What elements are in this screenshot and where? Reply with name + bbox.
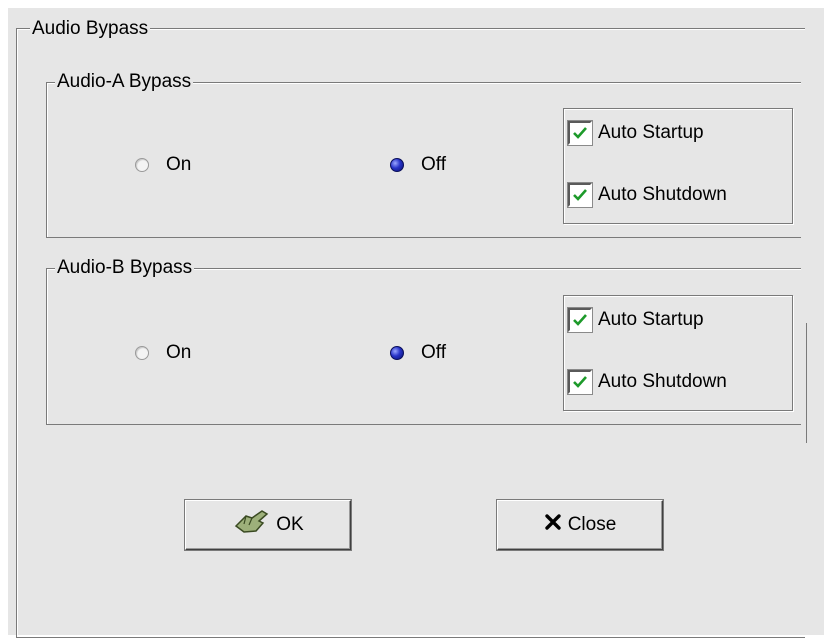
ok-label: OK: [276, 514, 304, 535]
radio-unselected-icon[interactable]: [135, 158, 149, 172]
dialog-title: Audio Bypass: [30, 18, 151, 40]
audio-a-bypass-label: Audio-A Bypass: [55, 71, 194, 93]
ok-button[interactable]: OK: [185, 500, 351, 550]
audio-b-auto-shutdown-checkbox[interactable]: Auto Shutdown: [567, 369, 727, 395]
radio-label: Off: [421, 154, 446, 175]
auto-shutdown-label: Auto Shutdown: [598, 184, 727, 205]
audio-a-auto-startup-checkbox[interactable]: Auto Startup: [567, 120, 704, 146]
close-label: Close: [567, 514, 617, 535]
checkbox-checked-icon[interactable]: [567, 307, 593, 333]
close-button[interactable]: Close: [497, 500, 663, 550]
radio-selected-icon[interactable]: [390, 346, 404, 360]
audio-b-options-box: Auto Startup Auto Shutdown: [563, 295, 793, 411]
radio-label: On: [166, 342, 192, 363]
audio-b-bypass-label: Audio-B Bypass: [55, 257, 195, 279]
audio-b-off-radio[interactable]: Off: [390, 342, 446, 364]
hand-ok-icon: [232, 508, 270, 542]
audio-a-auto-shutdown-checkbox[interactable]: Auto Shutdown: [567, 182, 727, 208]
auto-startup-label: Auto Startup: [598, 122, 704, 143]
checkbox-checked-icon[interactable]: [567, 369, 593, 395]
checkbox-checked-icon[interactable]: [567, 120, 593, 146]
audio-a-options-box: Auto Startup Auto Shutdown: [563, 108, 793, 224]
radio-label: Off: [421, 342, 446, 363]
divider: [806, 323, 807, 443]
x-close-icon: [544, 513, 562, 537]
audio-a-on-radio[interactable]: On: [135, 154, 191, 176]
audio-a-off-radio[interactable]: Off: [390, 154, 446, 176]
audio-b-auto-startup-checkbox[interactable]: Auto Startup: [567, 307, 704, 333]
auto-startup-label: Auto Startup: [598, 309, 704, 330]
radio-label: On: [166, 154, 192, 175]
audio-b-on-radio[interactable]: On: [135, 342, 191, 364]
radio-unselected-icon[interactable]: [135, 346, 149, 360]
checkbox-checked-icon[interactable]: [567, 182, 593, 208]
auto-shutdown-label: Auto Shutdown: [598, 371, 727, 392]
radio-selected-icon[interactable]: [390, 158, 404, 172]
